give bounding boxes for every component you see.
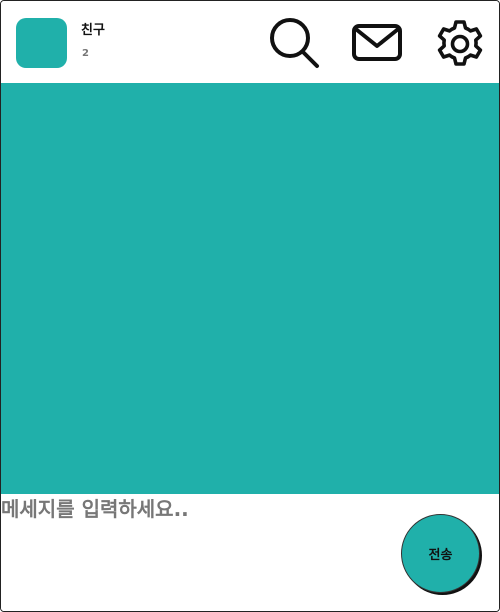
friend-count: 2 [82, 48, 89, 59]
gear-icon [437, 20, 483, 66]
mail-button[interactable] [349, 16, 405, 72]
friend-name: 친구 [81, 23, 105, 38]
message-composer: 전송 [1, 494, 499, 611]
app-window: 친구 2 전송 [0, 0, 500, 612]
mail-icon [352, 24, 402, 61]
send-button[interactable]: 전송 [401, 514, 480, 593]
chat-header: 친구 2 [1, 1, 499, 83]
chat-message-area [1, 83, 499, 494]
message-input[interactable] [1, 494, 391, 524]
avatar[interactable] [16, 18, 67, 68]
search-icon [270, 18, 319, 68]
settings-button[interactable] [432, 16, 488, 72]
search-button[interactable] [267, 16, 323, 72]
